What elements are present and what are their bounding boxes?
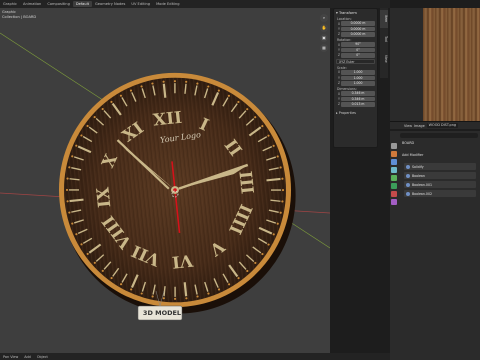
3d-viewport[interactable]: XII I II III IIII V VI VII VIII IX X XI Graphic Col… xyxy=(0,8,330,353)
status-item-pan: Pan View xyxy=(3,354,19,359)
material-icon[interactable] xyxy=(391,191,397,197)
dimensions-y-row[interactable]: Y 0.346 m xyxy=(336,96,375,102)
location-x-row[interactable]: X 0.0000 m xyxy=(336,21,375,26)
modifier-boolean-001[interactable]: Boolean.001 xyxy=(404,181,476,188)
rotation-x-field[interactable]: 90° xyxy=(341,42,375,47)
pan-hand-icon[interactable]: ✋ xyxy=(320,24,328,32)
view-menu[interactable]: View xyxy=(404,124,412,128)
grid-icon[interactable]: ▦ xyxy=(320,44,328,52)
particles-icon[interactable] xyxy=(391,167,397,173)
dimensions-y-field[interactable]: 0.346 m xyxy=(341,96,375,102)
tab-mode-editing[interactable]: Mode Editing xyxy=(153,1,182,7)
tab-geometry-nodes[interactable]: Geometry Nodes xyxy=(92,1,128,7)
properties-search-input[interactable] xyxy=(400,133,478,138)
clock-numeral: IX xyxy=(92,186,114,208)
status-item-add: Add xyxy=(24,354,31,359)
sidebar-tabs: Item Tool View xyxy=(380,8,388,78)
wood-texture-image xyxy=(423,8,480,121)
image-editor-header: View Image WOOD DIST.png xyxy=(390,121,480,129)
clock-tick xyxy=(69,198,84,203)
rotation-x-row[interactable]: X 90° xyxy=(336,42,375,47)
object-icon[interactable] xyxy=(391,151,397,157)
zoom-icon[interactable]: ⌕ xyxy=(320,14,328,22)
rotation-y-row[interactable]: Y 0° xyxy=(336,47,375,53)
clock-tick xyxy=(162,83,167,98)
scale-x-row[interactable]: X 1.000 xyxy=(336,70,375,75)
modifier-boolean-002[interactable]: Boolean.002 xyxy=(404,190,476,197)
scale-x-field[interactable]: 1.000 xyxy=(341,70,375,75)
tool-icon[interactable] xyxy=(391,143,397,149)
modifier-icon xyxy=(406,182,410,187)
tab-animation[interactable]: Animation xyxy=(20,1,44,7)
properties-tab-icons xyxy=(391,143,399,207)
collection-name: Collection | BOARD xyxy=(2,15,37,19)
constraints-icon[interactable] xyxy=(391,175,397,181)
scale-z-field[interactable]: 1.000 xyxy=(341,80,375,86)
dimensions-x-field[interactable]: 0.346 m xyxy=(341,91,375,96)
clock-tick xyxy=(266,177,281,182)
location-z-row[interactable]: Z 0.0000 m xyxy=(336,31,375,37)
location-x-field[interactable]: 0.0000 m xyxy=(341,21,375,26)
navigation-gizmo: ⌕ ✋ ▣ ▦ xyxy=(316,12,332,72)
location-z-field[interactable]: 0.0000 m xyxy=(341,31,375,37)
properties-editor: BOARD Add Modifier Solidify Boolean Bool… xyxy=(390,131,480,360)
sidebar-tab-view[interactable]: View xyxy=(380,50,388,68)
scale-y-field[interactable]: 1.000 xyxy=(341,75,375,81)
add-modifier-button[interactable]: Add Modifier xyxy=(402,153,423,157)
3d-model-badge-label: 3D MODEL xyxy=(142,309,182,317)
sidebar-tab-tool[interactable]: Tool xyxy=(380,30,388,48)
clock-numeral: VI xyxy=(171,251,195,273)
clock-numeral: III xyxy=(235,170,258,195)
dimensions-x-row[interactable]: X 0.346 m xyxy=(336,91,375,96)
tab-compositing[interactable]: Compositing xyxy=(44,1,73,7)
viewport-canvas: XII IIIIIIIIIIVVIVIIVIIIIXXXI xyxy=(0,32,330,321)
modifier-icon xyxy=(406,173,410,178)
modifier-icon xyxy=(406,191,410,196)
clock-tick xyxy=(183,282,188,297)
data-icon[interactable] xyxy=(391,183,397,189)
status-item-object: Object xyxy=(36,354,48,359)
scale-z-row[interactable]: Z 1.000 xyxy=(336,80,375,86)
tab-uv-editing[interactable]: UV Editing xyxy=(128,1,153,7)
location-y-field[interactable]: 0.0000 m xyxy=(341,26,375,32)
rotation-y-field[interactable]: 0° xyxy=(341,47,375,53)
image-name-field[interactable]: WOOD DIST.png xyxy=(426,123,459,128)
location-y-row[interactable]: Y 0.0000 m xyxy=(336,26,375,32)
sidebar-tab-item[interactable]: Item xyxy=(380,10,388,28)
dimensions-z-field[interactable]: 0.013 m xyxy=(341,102,375,107)
dimensions-z-row[interactable]: Z 0.013 m xyxy=(336,102,375,107)
viewport-info: Graphic Collection | BOARD xyxy=(2,10,36,20)
clock-model: XII IIIIIIIIIIVVIVIIVIIIIXXXI xyxy=(58,72,296,314)
rotation-mode-select[interactable]: XYZ Euler xyxy=(336,58,375,64)
scale-y-row[interactable]: Y 1.000 xyxy=(336,75,375,81)
status-bar: Pan View Add Object xyxy=(0,353,390,360)
n-panel: ▾ Transform Location: X 0.0000 m Y 0.0000 … xyxy=(333,8,378,148)
clock-numeral: XII xyxy=(152,107,183,130)
image-menu[interactable]: Image xyxy=(414,124,425,128)
image-editor[interactable] xyxy=(390,8,480,121)
camera-icon[interactable]: ▣ xyxy=(320,34,328,42)
modifier-boolean[interactable]: Boolean xyxy=(404,172,476,179)
properties-section[interactable]: ▸ Properties xyxy=(334,111,377,115)
object-name: BOARD xyxy=(402,141,415,145)
modifier-icon xyxy=(406,164,410,169)
transform-header[interactable]: ▾ Transform xyxy=(334,9,377,16)
tab-graphic[interactable]: Graphic xyxy=(0,1,20,7)
right-column: View Image WOOD DIST.png BOARD Add Modif… xyxy=(390,0,480,360)
rotation-z-field[interactable]: 0° xyxy=(341,53,375,58)
texture-icon[interactable] xyxy=(391,199,397,205)
modifier-wrench-icon[interactable] xyxy=(391,159,397,165)
modifier-solidify[interactable]: Solidify xyxy=(404,163,476,170)
tab-default[interactable]: Default xyxy=(72,1,92,7)
rotation-z-row[interactable]: Z 0° xyxy=(336,53,375,58)
